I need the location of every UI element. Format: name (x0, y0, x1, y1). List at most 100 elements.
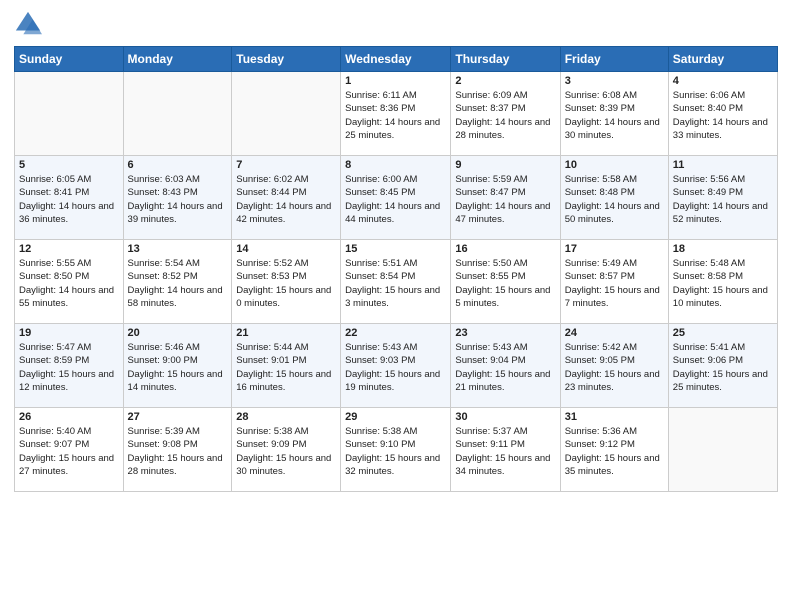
calendar-cell: 14 Sunrise: 5:52 AMSunset: 8:53 PMDayligh… (232, 240, 341, 324)
day-number: 14 (236, 243, 336, 255)
day-number: 3 (565, 75, 664, 87)
day-number: 23 (455, 327, 555, 339)
day-number: 17 (565, 243, 664, 255)
calendar-cell: 23 Sunrise: 5:43 AMSunset: 9:04 PMDayligh… (451, 324, 560, 408)
cell-content: Sunrise: 5:56 AMSunset: 8:49 PMDaylight:… (673, 174, 768, 225)
cell-content: Sunrise: 6:08 AMSunset: 8:39 PMDaylight:… (565, 90, 660, 141)
calendar-cell: 6 Sunrise: 6:03 AMSunset: 8:43 PMDaylight… (123, 156, 232, 240)
day-number: 25 (673, 327, 773, 339)
cell-content: Sunrise: 5:43 AMSunset: 9:04 PMDaylight:… (455, 342, 550, 393)
cell-content: Sunrise: 5:37 AMSunset: 9:11 PMDaylight:… (455, 426, 550, 477)
logo-icon (14, 10, 42, 38)
calendar-week-row: 5 Sunrise: 6:05 AMSunset: 8:41 PMDaylight… (15, 156, 778, 240)
cell-content: Sunrise: 5:38 AMSunset: 9:09 PMDaylight:… (236, 426, 331, 477)
header (14, 10, 778, 38)
calendar-cell: 15 Sunrise: 5:51 AMSunset: 8:54 PMDayligh… (341, 240, 451, 324)
day-number: 19 (19, 327, 119, 339)
weekday-cell: Sunday (15, 47, 124, 72)
day-number: 10 (565, 159, 664, 171)
day-number: 29 (345, 411, 446, 423)
day-number: 22 (345, 327, 446, 339)
calendar-week-row: 19 Sunrise: 5:47 AMSunset: 8:59 PMDayligh… (15, 324, 778, 408)
cell-content: Sunrise: 6:06 AMSunset: 8:40 PMDaylight:… (673, 90, 768, 141)
cell-content: Sunrise: 5:39 AMSunset: 9:08 PMDaylight:… (128, 426, 223, 477)
day-number: 28 (236, 411, 336, 423)
calendar-cell (232, 72, 341, 156)
cell-content: Sunrise: 5:55 AMSunset: 8:50 PMDaylight:… (19, 258, 114, 309)
weekday-cell: Friday (560, 47, 668, 72)
calendar-cell: 24Sunrise: 5:42 AMSunset: 9:05 PMDayligh… (560, 324, 668, 408)
calendar-cell: 3 Sunrise: 6:08 AMSunset: 8:39 PMDaylight… (560, 72, 668, 156)
weekday-header-row: SundayMondayTuesdayWednesdayThursdayFrid… (15, 47, 778, 72)
cell-content: Sunrise: 5:44 AMSunset: 9:01 PMDaylight:… (236, 342, 331, 393)
cell-content: Sunrise: 5:58 AMSunset: 8:48 PMDaylight:… (565, 174, 660, 225)
cell-content: Sunrise: 5:59 AMSunset: 8:47 PMDaylight:… (455, 174, 550, 225)
cell-content: Sunrise: 5:49 AMSunset: 8:57 PMDaylight:… (565, 258, 660, 309)
day-number: 7 (236, 159, 336, 171)
day-number: 11 (673, 159, 773, 171)
calendar-cell: 31 Sunrise: 5:36 AMSunset: 9:12 PMDayligh… (560, 408, 668, 492)
weekday-cell: Tuesday (232, 47, 341, 72)
cell-content: Sunrise: 5:43 AMSunset: 9:03 PMDaylight:… (345, 342, 440, 393)
calendar-week-row: 1 Sunrise: 6:11 AMSunset: 8:36 PMDaylight… (15, 72, 778, 156)
day-number: 5 (19, 159, 119, 171)
calendar-cell: 10 Sunrise: 5:58 AMSunset: 8:48 PMDayligh… (560, 156, 668, 240)
calendar-cell: 22 Sunrise: 5:43 AMSunset: 9:03 PMDayligh… (341, 324, 451, 408)
day-number: 6 (128, 159, 228, 171)
cell-content: Sunrise: 6:11 AMSunset: 8:36 PMDaylight:… (345, 90, 440, 141)
weekday-cell: Wednesday (341, 47, 451, 72)
day-number: 26 (19, 411, 119, 423)
calendar-cell: 28 Sunrise: 5:38 AMSunset: 9:09 PMDayligh… (232, 408, 341, 492)
day-number: 16 (455, 243, 555, 255)
cell-content: Sunrise: 5:51 AMSunset: 8:54 PMDaylight:… (345, 258, 440, 309)
cell-content: Sunrise: 6:03 AMSunset: 8:43 PMDaylight:… (128, 174, 223, 225)
weekday-cell: Monday (123, 47, 232, 72)
calendar-cell: 25 Sunrise: 5:41 AMSunset: 9:06 PMDayligh… (668, 324, 777, 408)
cell-content: Sunrise: 5:38 AMSunset: 9:10 PMDaylight:… (345, 426, 440, 477)
calendar-cell: 26 Sunrise: 5:40 AMSunset: 9:07 PMDayligh… (15, 408, 124, 492)
calendar-cell: 19 Sunrise: 5:47 AMSunset: 8:59 PMDayligh… (15, 324, 124, 408)
calendar-cell: 11 Sunrise: 5:56 AMSunset: 8:49 PMDayligh… (668, 156, 777, 240)
calendar-cell (668, 408, 777, 492)
cell-content: Sunrise: 5:41 AMSunset: 9:06 PMDaylight:… (673, 342, 768, 393)
cell-content: Sunrise: 6:00 AMSunset: 8:45 PMDaylight:… (345, 174, 440, 225)
day-number: 20 (128, 327, 228, 339)
day-number: 15 (345, 243, 446, 255)
cell-content: Sunrise: 6:02 AMSunset: 8:44 PMDaylight:… (236, 174, 331, 225)
cell-content: Sunrise: 5:52 AMSunset: 8:53 PMDaylight:… (236, 258, 331, 309)
calendar-cell: 2Sunrise: 6:09 AMSunset: 8:37 PMDaylight… (451, 72, 560, 156)
calendar-cell: 18Sunrise: 5:48 AMSunset: 8:58 PMDayligh… (668, 240, 777, 324)
logo (14, 10, 44, 38)
calendar-cell: 8Sunrise: 6:00 AMSunset: 8:45 PMDaylight… (341, 156, 451, 240)
calendar-cell: 9Sunrise: 5:59 AMSunset: 8:47 PMDaylight… (451, 156, 560, 240)
cell-content: Sunrise: 5:47 AMSunset: 8:59 PMDaylight:… (19, 342, 114, 393)
calendar-cell: 1 Sunrise: 6:11 AMSunset: 8:36 PMDaylight… (341, 72, 451, 156)
day-number: 27 (128, 411, 228, 423)
weekday-cell: Thursday (451, 47, 560, 72)
calendar-cell: 7 Sunrise: 6:02 AMSunset: 8:44 PMDaylight… (232, 156, 341, 240)
day-number: 1 (345, 75, 446, 87)
cell-content: Sunrise: 5:48 AMSunset: 8:58 PMDaylight:… (673, 258, 768, 309)
day-number: 4 (673, 75, 773, 87)
calendar-cell: 12Sunrise: 5:55 AMSunset: 8:50 PMDayligh… (15, 240, 124, 324)
cell-content: Sunrise: 6:05 AMSunset: 8:41 PMDaylight:… (19, 174, 114, 225)
cell-content: Sunrise: 5:46 AMSunset: 9:00 PMDaylight:… (128, 342, 223, 393)
calendar-cell: 16 Sunrise: 5:50 AMSunset: 8:55 PMDayligh… (451, 240, 560, 324)
calendar-cell (15, 72, 124, 156)
calendar-cell: 5 Sunrise: 6:05 AMSunset: 8:41 PMDaylight… (15, 156, 124, 240)
day-number: 13 (128, 243, 228, 255)
calendar-cell (123, 72, 232, 156)
calendar-cell: 4 Sunrise: 6:06 AMSunset: 8:40 PMDaylight… (668, 72, 777, 156)
cell-content: Sunrise: 5:36 AMSunset: 9:12 PMDaylight:… (565, 426, 660, 477)
calendar-week-row: 12Sunrise: 5:55 AMSunset: 8:50 PMDayligh… (15, 240, 778, 324)
page: SundayMondayTuesdayWednesdayThursdayFrid… (0, 0, 792, 612)
calendar-week-row: 26 Sunrise: 5:40 AMSunset: 9:07 PMDayligh… (15, 408, 778, 492)
cell-content: Sunrise: 5:40 AMSunset: 9:07 PMDaylight:… (19, 426, 114, 477)
calendar-cell: 29 Sunrise: 5:38 AMSunset: 9:10 PMDayligh… (341, 408, 451, 492)
day-number: 24 (565, 327, 664, 339)
cell-content: Sunrise: 5:54 AMSunset: 8:52 PMDaylight:… (128, 258, 223, 309)
cell-content: Sunrise: 6:09 AMSunset: 8:37 PMDaylight:… (455, 90, 550, 141)
calendar-cell: 17 Sunrise: 5:49 AMSunset: 8:57 PMDayligh… (560, 240, 668, 324)
cell-content: Sunrise: 5:50 AMSunset: 8:55 PMDaylight:… (455, 258, 550, 309)
day-number: 31 (565, 411, 664, 423)
